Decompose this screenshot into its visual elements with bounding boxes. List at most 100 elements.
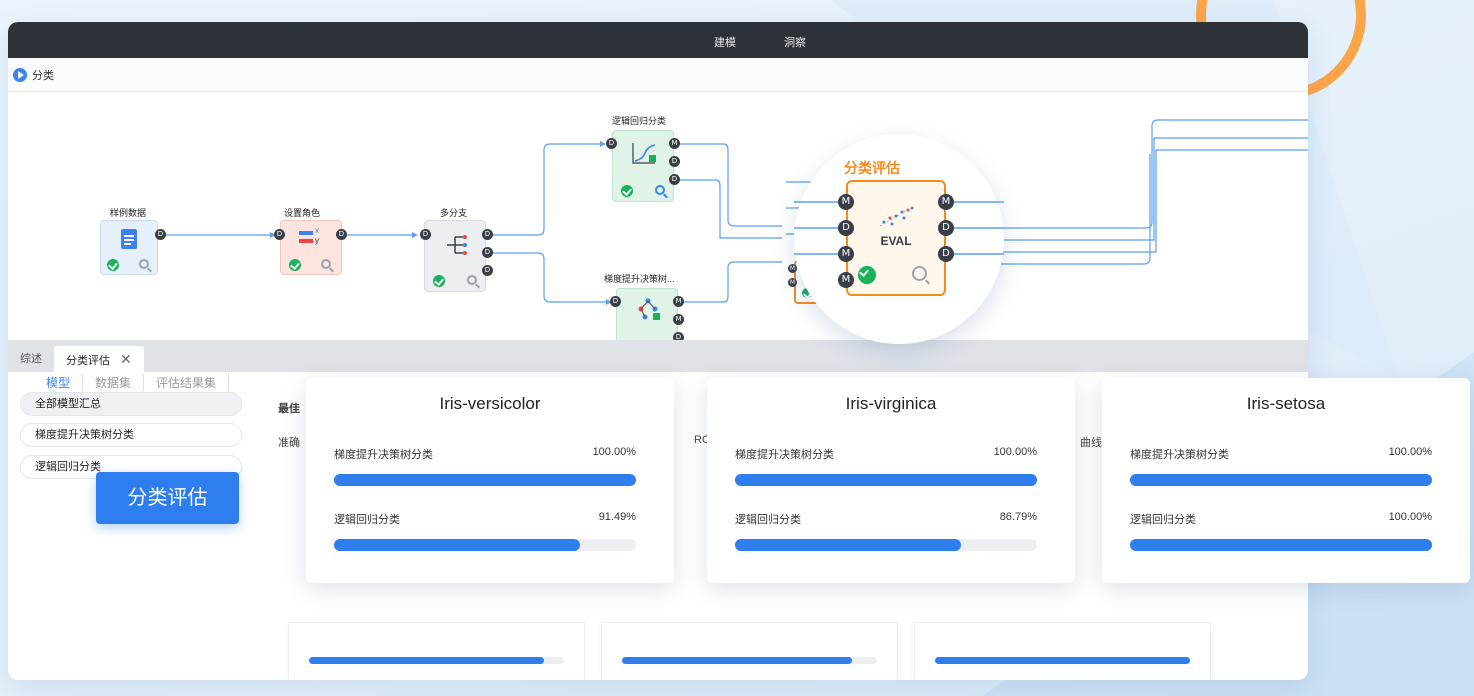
node-label-set-role: 设置角色 xyxy=(284,208,321,218)
output-port-m[interactable]: M xyxy=(673,296,684,307)
metric-logistic: 逻辑回归分类 91.49% xyxy=(334,511,636,551)
class-card-setosa: Iris-setosa 梯度提升决策树分类 100.00% 逻辑回归分类 100.0… xyxy=(1102,378,1470,583)
card-title: Iris-virginica xyxy=(845,394,937,413)
accuracy-label: 准确 xyxy=(278,437,300,449)
subtab-dataset[interactable]: 数据集 xyxy=(83,374,145,391)
play-icon[interactable] xyxy=(13,67,27,82)
output-port-d[interactable]: D xyxy=(938,246,954,262)
top-menu: 建模 洞察 xyxy=(714,34,851,50)
flow-title: 分类 xyxy=(32,69,54,82)
classification-eval-button[interactable]: 分类评估 xyxy=(96,472,239,524)
input-port-d[interactable]: D xyxy=(610,296,621,307)
result-subtabs: 模型 数据集 评估结果集 xyxy=(28,374,230,391)
search-icon[interactable] xyxy=(655,185,665,195)
scatter-icon xyxy=(879,205,915,227)
result-tab-bar: 综述 分类评估 ✕ xyxy=(8,340,1308,372)
eval-badge: EVAL xyxy=(880,234,912,248)
progress-bar xyxy=(334,474,636,486)
flow-header: 分类 xyxy=(8,58,1308,92)
node-gbdt[interactable] xyxy=(616,288,678,348)
metric-name: 梯度提升决策树分类 xyxy=(735,449,834,461)
progress-bar xyxy=(334,539,581,551)
input-port-d[interactable]: D xyxy=(838,220,854,236)
under-card xyxy=(601,622,898,680)
zoom-lens: 分类评估 EVAL M D M M M D D xyxy=(794,134,1004,344)
metric-gbdt: 梯度提升决策树分类 100.00% xyxy=(334,446,636,486)
progress-bar xyxy=(1130,474,1432,486)
node-classification-eval[interactable]: EVAL xyxy=(846,180,946,296)
success-icon xyxy=(621,185,633,197)
search-icon[interactable] xyxy=(139,259,149,269)
workflow-canvas[interactable]: 样例数据 D 设置角色 x y D D 多分支 D D D D 逻辑回归分类 D… xyxy=(8,92,1308,348)
output-port-d[interactable]: D xyxy=(938,220,954,236)
metric-value: 100.00% xyxy=(592,446,636,458)
branch-icon xyxy=(447,235,467,255)
curve-icon xyxy=(632,143,656,164)
card-title: Iris-setosa xyxy=(1246,394,1326,413)
search-icon[interactable] xyxy=(912,266,927,281)
output-port-d[interactable]: D xyxy=(155,229,166,240)
output-port-d[interactable]: D xyxy=(482,247,493,258)
output-port-d[interactable]: D xyxy=(482,265,493,276)
metric-value: 86.79% xyxy=(999,511,1037,523)
close-icon[interactable]: ✕ xyxy=(120,351,132,367)
search-icon[interactable] xyxy=(467,275,477,285)
progress-bar xyxy=(935,657,1190,664)
output-port-m[interactable]: M xyxy=(669,138,680,149)
menu-insight[interactable]: 洞察 xyxy=(784,37,806,49)
metric-value: 100.00% xyxy=(993,446,1037,458)
success-icon xyxy=(289,259,301,271)
output-port-m[interactable]: M xyxy=(673,314,684,325)
tab-classification-eval[interactable]: 分类评估 ✕ xyxy=(54,346,144,372)
output-port-d[interactable]: D xyxy=(669,156,680,167)
curve-label: 曲线 xyxy=(1080,437,1102,449)
node-label-gbdt: 梯度提升决策树... xyxy=(604,274,675,284)
best-label: 最佳 xyxy=(278,403,300,415)
node-multi-branch[interactable] xyxy=(424,220,486,292)
node-set-role[interactable]: x y xyxy=(280,220,342,275)
class-card-versicolor: Iris-versicolor 梯度提升决策树分类 100.00% 逻辑回归分类 9… xyxy=(306,378,674,583)
success-icon xyxy=(858,266,876,284)
node-logistic-regression[interactable] xyxy=(612,130,674,202)
metric-name: 梯度提升决策树分类 xyxy=(1130,449,1229,461)
eval-node-title: 分类评估 xyxy=(844,160,900,176)
menu-modeling[interactable]: 建模 xyxy=(714,37,736,49)
input-port-m[interactable]: M xyxy=(838,272,854,288)
progress-bar xyxy=(735,539,961,551)
input-port-d[interactable]: D xyxy=(274,229,285,240)
metric-gbdt: 梯度提升决策树分类 100.00% xyxy=(1130,446,1432,486)
input-port-d[interactable]: D xyxy=(420,229,431,240)
metric-value: 100.00% xyxy=(1388,446,1432,458)
role-icon xyxy=(299,231,313,235)
input-port-m[interactable]: M xyxy=(838,246,854,262)
side-item-gbdt[interactable]: 梯度提升决策树分类 xyxy=(20,423,242,447)
subtab-model[interactable]: 模型 xyxy=(28,374,84,391)
output-port-d[interactable]: D xyxy=(482,229,493,240)
progress-bar xyxy=(735,474,1037,486)
progress-bar xyxy=(1130,539,1432,551)
input-port-m[interactable]: M xyxy=(838,194,854,210)
output-port-d[interactable]: D xyxy=(669,174,680,185)
metric-name: 逻辑回归分类 xyxy=(334,514,400,526)
under-card xyxy=(288,622,585,680)
title-bar: 建模 洞察 xyxy=(8,22,1308,58)
class-card-virginica: Iris-virginica 梯度提升决策树分类 100.00% 逻辑回归分类 86… xyxy=(707,378,1075,583)
metric-value: 91.49% xyxy=(598,511,636,523)
subtab-eval-results[interactable]: 评估结果集 xyxy=(144,374,230,391)
search-icon[interactable] xyxy=(321,259,331,269)
output-port-m[interactable]: M xyxy=(938,194,954,210)
side-item-all-models[interactable]: 全部模型汇总 xyxy=(20,392,242,416)
metric-logistic: 逻辑回归分类 86.79% xyxy=(735,511,1037,551)
metric-gbdt: 梯度提升决策树分类 100.00% xyxy=(735,446,1037,486)
metric-logistic: 逻辑回归分类 100.00% xyxy=(1130,511,1432,551)
metric-name: 逻辑回归分类 xyxy=(735,514,801,526)
tab-overview[interactable]: 综述 xyxy=(8,346,54,372)
output-port-d[interactable]: D xyxy=(336,229,347,240)
progress-bar xyxy=(622,657,852,664)
input-port-d[interactable]: D xyxy=(606,138,617,149)
metric-name: 逻辑回归分类 xyxy=(1130,514,1196,526)
input-port-m[interactable]: M xyxy=(788,264,797,273)
node-sample-data[interactable] xyxy=(100,220,158,275)
tree-icon xyxy=(638,298,660,320)
input-port-m[interactable]: M xyxy=(788,278,797,287)
